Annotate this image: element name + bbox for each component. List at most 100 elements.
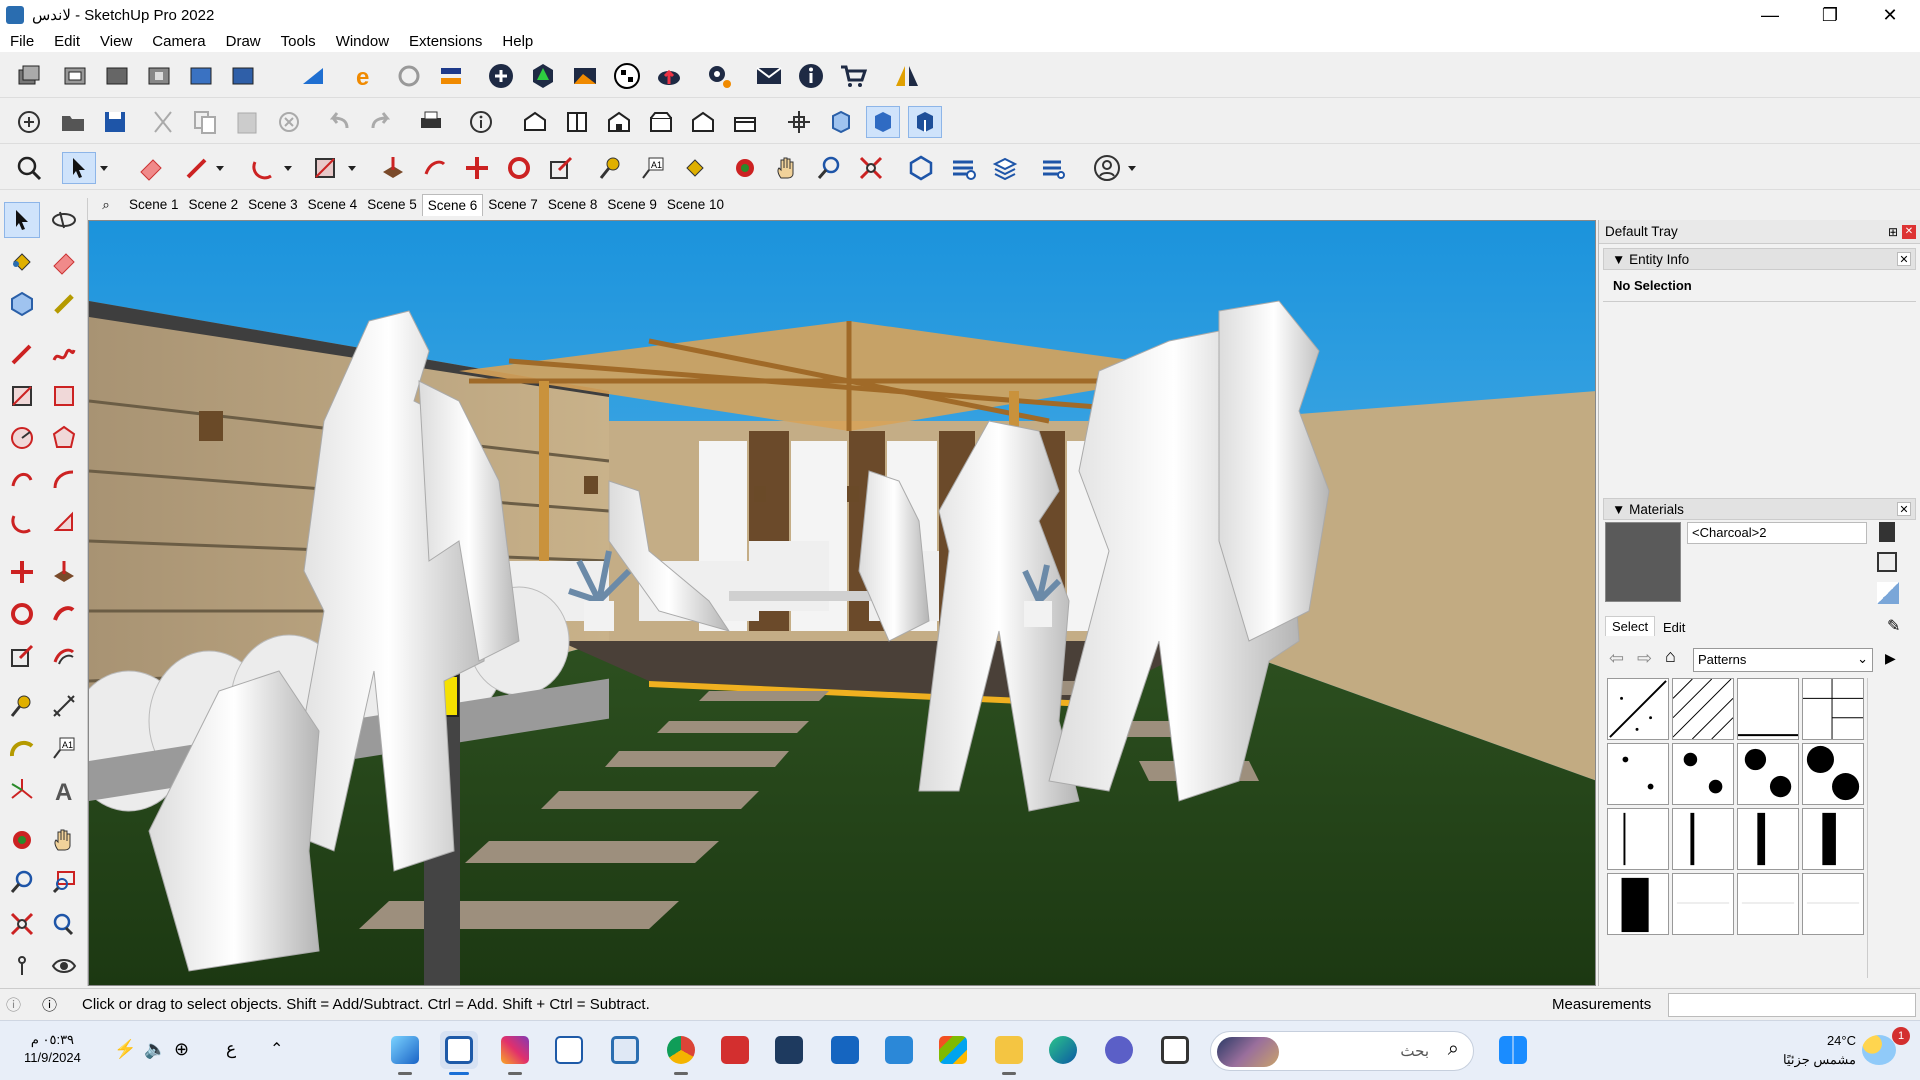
make-component-icon[interactable]	[4, 286, 40, 322]
store-icon[interactable]	[934, 1031, 972, 1069]
tape-measure-icon[interactable]	[46, 286, 82, 322]
erase-x-icon[interactable]	[272, 106, 306, 138]
instagram-icon[interactable]	[496, 1031, 534, 1075]
library-select[interactable]: Patterns ⌄	[1693, 648, 1873, 672]
pattern-swatch[interactable]	[1607, 873, 1669, 935]
weather-widget[interactable]: 24°C مشمس جزئيًا	[1760, 1031, 1856, 1069]
cloud-upload-icon[interactable]	[652, 60, 686, 92]
info-circle-icon[interactable]	[794, 60, 828, 92]
save-icon[interactable]	[98, 106, 132, 138]
restore-button[interactable]: ❐	[1800, 0, 1860, 30]
offset-icon[interactable]	[46, 638, 82, 674]
mail-app-icon[interactable]	[880, 1031, 918, 1069]
eraser-tool-icon[interactable]	[134, 152, 168, 184]
pattern-swatch[interactable]	[1672, 678, 1734, 740]
patterns-scrollbar[interactable]	[1867, 678, 1889, 978]
materials-header[interactable]: ▼ Materials ✕	[1603, 498, 1916, 520]
pattern-swatch[interactable]	[1802, 808, 1864, 870]
three-point-arc-icon[interactable]	[4, 504, 40, 540]
tab-edit[interactable]: Edit	[1657, 618, 1691, 637]
model-info-icon[interactable]	[464, 106, 498, 138]
sandbox-icon[interactable]	[296, 60, 330, 92]
polygon-icon[interactable]	[46, 420, 82, 456]
pattern-swatch[interactable]	[1802, 743, 1864, 805]
circle-icon[interactable]	[4, 420, 40, 456]
pattern-swatch[interactable]	[1737, 743, 1799, 805]
open-folder-icon[interactable]	[56, 106, 90, 138]
pattern-swatch[interactable]	[1802, 678, 1864, 740]
instructor-info-icon[interactable]: ⓘ	[42, 994, 64, 1015]
two-point-arc-icon[interactable]	[46, 462, 82, 498]
select-dropdown-chevron-icon[interactable]	[96, 152, 112, 184]
move-icon[interactable]	[4, 554, 40, 590]
dimension-icon[interactable]	[46, 688, 82, 724]
shape-dropdown-chevron-icon[interactable]	[344, 152, 360, 184]
entity-info-header[interactable]: ▼ Entity Info ✕	[1603, 248, 1916, 270]
menu-window[interactable]: Window	[326, 33, 399, 50]
tape-icon[interactable]	[4, 688, 40, 724]
get-models-icon[interactable]	[142, 60, 176, 92]
file-explorer-icon[interactable]	[990, 1031, 1028, 1075]
freehand-icon[interactable]	[46, 336, 82, 372]
select-tool-icon[interactable]	[62, 152, 96, 184]
model-viewport[interactable]	[88, 220, 1596, 986]
close-button[interactable]: ✕	[1860, 0, 1920, 30]
battery-icon[interactable]: ⚡	[114, 1039, 136, 1060]
pattern-swatch[interactable]	[1802, 873, 1864, 935]
cut-icon[interactable]	[146, 106, 180, 138]
notification-badge[interactable]: 1	[1892, 1027, 1910, 1045]
orbit-navigate-icon[interactable]	[4, 822, 40, 858]
menu-file[interactable]: File	[0, 33, 44, 50]
paste-icon[interactable]	[230, 106, 264, 138]
layers-stack-icon[interactable]	[988, 152, 1022, 184]
landscape-icon[interactable]	[568, 60, 602, 92]
front-view-icon[interactable]	[602, 106, 636, 138]
autocad-icon[interactable]	[716, 1031, 754, 1069]
back-arrow-icon[interactable]: ⇦	[1609, 648, 1624, 669]
edge-icon[interactable]	[1044, 1031, 1082, 1069]
menu-camera[interactable]: Camera	[142, 33, 215, 50]
copy-icon[interactable]	[188, 106, 222, 138]
add-circle-icon[interactable]	[484, 60, 518, 92]
magnifier-icon[interactable]: ⌕	[88, 197, 124, 213]
materials-close-icon[interactable]: ✕	[1897, 502, 1911, 516]
pattern-swatch[interactable]	[1672, 873, 1734, 935]
scene-tab-1[interactable]: Scene 1	[124, 194, 184, 216]
task-view-icon[interactable]	[1156, 1031, 1194, 1069]
scene-tab-6[interactable]: Scene 6	[421, 194, 484, 216]
zoom-window-icon[interactable]	[46, 864, 82, 900]
flip-icon[interactable]	[890, 60, 924, 92]
tree-icon[interactable]	[526, 60, 560, 92]
menu-draw[interactable]: Draw	[216, 33, 271, 50]
paint-bucket-icon[interactable]	[678, 152, 712, 184]
rotated-rectangle-icon[interactable]	[46, 378, 82, 414]
warehouse-icon[interactable]	[58, 60, 92, 92]
left-view-icon[interactable]	[728, 106, 762, 138]
minimize-button[interactable]: —	[1740, 0, 1800, 30]
scene-tab-9[interactable]: Scene 9	[602, 194, 662, 216]
zoom-icon[interactable]	[4, 864, 40, 900]
scene-tab-8[interactable]: Scene 8	[543, 194, 603, 216]
text-icon[interactable]: A1	[46, 730, 82, 766]
push-pull-icon[interactable]	[46, 554, 82, 590]
sketchup-layout-icon[interactable]	[386, 1031, 424, 1075]
line-icon[interactable]	[4, 336, 40, 372]
paint-bucket-icon[interactable]	[4, 244, 40, 280]
volume-icon[interactable]: 🔈	[144, 1039, 166, 1060]
enscape-icon[interactable]: e	[350, 60, 384, 92]
scene-tab-10[interactable]: Scene 10	[662, 194, 729, 216]
solid-tools-icon[interactable]	[904, 152, 938, 184]
follow-me-icon[interactable]	[418, 152, 452, 184]
sample-paint-icon[interactable]	[1877, 582, 1899, 604]
wireframe-style-icon[interactable]	[824, 106, 858, 138]
move-tool-icon[interactable]	[460, 152, 494, 184]
back-view-icon[interactable]	[686, 106, 720, 138]
create-material-icon[interactable]	[1879, 522, 1895, 542]
pattern-swatch[interactable]	[1672, 743, 1734, 805]
sketchup-2023-icon[interactable]	[606, 1031, 644, 1069]
pattern-swatch[interactable]	[1737, 678, 1799, 740]
entity-info-close-icon[interactable]: ✕	[1897, 252, 1911, 266]
sketchup-viewer-icon[interactable]	[550, 1031, 588, 1069]
pattern-swatch[interactable]	[1607, 743, 1669, 805]
forward-arrow-icon[interactable]: ⇨	[1637, 648, 1652, 669]
